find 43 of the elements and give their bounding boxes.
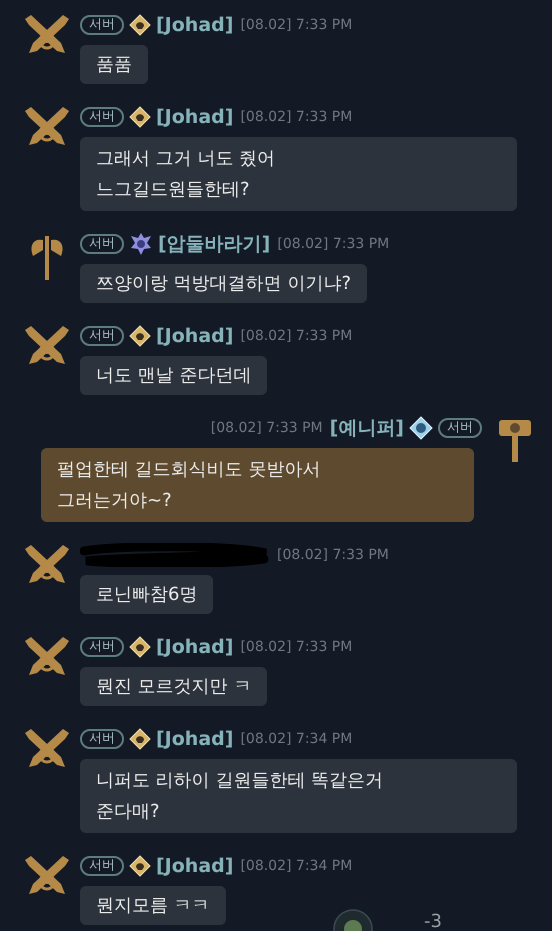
rank-emblem-icon bbox=[129, 855, 151, 877]
timestamp: [08.02] 7:34 PM bbox=[240, 856, 352, 876]
sender-name[interactable]: [Johad] bbox=[156, 10, 234, 40]
sender-name[interactable]: [Johad] bbox=[156, 322, 234, 350]
server-badge: 서버 bbox=[80, 15, 124, 35]
sender-name[interactable]: [Johad] bbox=[156, 852, 234, 880]
timestamp: [08.02] 7:33 PM bbox=[277, 234, 390, 254]
message-bubble: 로닌빠참6명 bbox=[80, 575, 214, 614]
server-badge: 서버 bbox=[438, 418, 482, 438]
server-badge: 서버 bbox=[80, 856, 124, 876]
sender-name[interactable]: [Johad] bbox=[156, 632, 234, 662]
timestamp: [08.02] 7:33 PM bbox=[240, 16, 352, 34]
message-bubble: 너도 맨날 준다던데 bbox=[80, 356, 268, 395]
server-badge: 서버 bbox=[80, 729, 124, 749]
rank-emblem-icon bbox=[129, 728, 151, 750]
sender-name[interactable]: [Johad] bbox=[156, 102, 234, 132]
counter-text: -3 bbox=[424, 912, 442, 931]
server-badge: 서버 bbox=[80, 326, 124, 346]
message-bubble: 쯔양이랑 먹방대결하면 이기냐? bbox=[80, 264, 367, 303]
rank-emblem-icon bbox=[409, 416, 433, 440]
server-badge: 서버 bbox=[80, 637, 124, 657]
server-badge: 서버 bbox=[80, 107, 124, 127]
timestamp: [08.02] 7:33 PM bbox=[240, 638, 352, 656]
timestamp: [08.02] 7:33 PM bbox=[210, 418, 323, 438]
rank-emblem-icon bbox=[129, 325, 151, 347]
rank-emblem-icon bbox=[129, 636, 151, 658]
sender-name[interactable]: [Johad] bbox=[156, 724, 234, 754]
rank-emblem-icon bbox=[129, 106, 151, 128]
message-bubble: 품품 bbox=[80, 45, 148, 84]
sender-name[interactable]: [예니퍼] bbox=[330, 414, 404, 442]
timestamp: [08.02] 7:33 PM bbox=[240, 326, 352, 346]
sender-name[interactable]: [압둘바라기] bbox=[158, 230, 270, 258]
message-bubble: 뭔지모름 ㅋㅋ bbox=[80, 886, 226, 925]
rank-emblem-icon bbox=[129, 14, 151, 36]
timestamp: [08.02] 7:34 PM bbox=[240, 730, 352, 748]
server-badge: 서버 bbox=[80, 234, 124, 254]
message-bubble: 펄업한테 길드회식비도 못받아서 그러는거야~? bbox=[41, 448, 474, 522]
message-bubble: 니퍼도 리하이 길원들한테 똑같은거 준다매? bbox=[80, 759, 517, 833]
message-bubble: 뭔진 모르것지만 ㅋ bbox=[80, 667, 268, 706]
timestamp: [08.02] 7:33 PM bbox=[240, 108, 352, 126]
timestamp: [08.02] 7:33 PM bbox=[277, 546, 389, 564]
rank-emblem-icon bbox=[129, 232, 153, 256]
message-bubble: 그래서 그거 너도 줬어 느그길드원들한테? bbox=[80, 137, 517, 211]
